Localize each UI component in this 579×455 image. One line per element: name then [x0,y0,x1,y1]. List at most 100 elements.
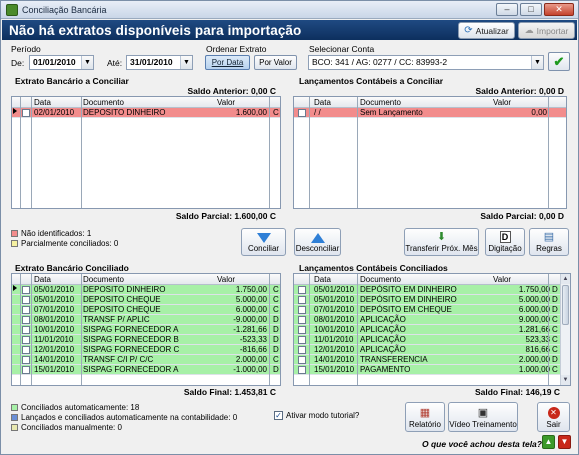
cell-dc: D [273,365,279,374]
table-row[interactable]: 10/01/2010 APLICAÇÃO 1.281,66 C [294,325,560,335]
table-row[interactable]: 07/01/2010 DEPOSITO CHEQUE 6.000,00 C [12,305,280,315]
table-row[interactable]: 05/01/2010 DEPOSITO CHEQUE 5.000,00 C [12,295,280,305]
row-checkbox[interactable] [22,306,30,314]
table-row[interactable]: 11/01/2010 APLICAÇÃO 523,33 C [294,335,560,345]
row-checkbox[interactable] [298,316,306,324]
chevron-down-icon[interactable]: ▼ [180,56,192,69]
table-row[interactable]: 11/01/2010 SISPAG FORNECEDOR B -523,33 D [12,335,280,345]
cell-data: 14/01/2010 [34,355,75,364]
cell-doc: APLICAÇÃO [360,335,406,344]
row-checkbox[interactable] [298,366,306,374]
por-valor-button[interactable]: Por Valor [254,55,297,70]
tutorial-checkbox[interactable]: ✓ [274,411,283,420]
confirm-check-button[interactable]: ✔ [548,52,570,71]
chevron-down-icon[interactable]: ▼ [531,56,543,69]
cell-dc: D [552,305,558,314]
atualizar-button[interactable]: ⟳ Atualizar [458,22,515,39]
digitacao-button[interactable]: D Digitação [485,228,525,256]
transferir-button[interactable]: ⬇ Transferir Próx. Mês [404,228,479,256]
conciliar-button[interactable]: Conciliar [241,228,286,256]
cell-doc: PAGAMENTO [360,365,411,374]
vertical-scrollbar[interactable]: ▲ ▼ [560,274,570,385]
col-valor: Valor [493,98,512,107]
arrow-up-icon [310,233,325,243]
table-row[interactable]: 02/01/2010 DEPOSITO DINHEIRO 1.600,00 C [12,108,280,118]
lanc-conciliar-grid[interactable]: Data Documento Valor / / Sem Lançamento … [293,96,567,209]
lanc-conciliados-grid[interactable]: Data Documento Valor 05/01/2010 DEPÓSITO … [293,273,571,386]
tutorial-toggle[interactable]: ✓ Ativar modo tutorial? [274,411,359,420]
table-row[interactable]: 07/01/2010 DEPÓSITO EM CHEQUE 6.000,00 D [294,305,560,315]
grid-header: Data Documento Valor [294,274,560,285]
conta-label: Selecionar Conta [309,44,375,54]
sair-button[interactable]: ✕ Sair [537,402,570,432]
table-row[interactable]: 12/01/2010 SISPAG FORNECEDOR C -816,66 D [12,345,280,355]
thumbs-up-button[interactable]: ▲ [542,435,555,449]
relatorio-button[interactable]: ▦ Relatório [405,402,445,432]
row-checkbox[interactable] [22,109,30,117]
row-checkbox[interactable] [22,336,30,344]
date-from-field[interactable]: 01/01/2010 ▼ [29,55,94,70]
table-row[interactable]: 05/01/2010 DEPÓSITO EM DINHEIRO 5.000,00 D [294,295,560,305]
desconciliar-button[interactable]: Desconciliar [294,228,341,256]
chevron-down-icon[interactable]: ▼ [81,56,93,69]
row-checkbox[interactable] [22,346,30,354]
row-checkbox[interactable] [22,296,30,304]
row-checkbox[interactable] [298,109,306,117]
cell-data: 08/01/2010 [314,315,355,324]
cell-dc: D [273,325,279,334]
table-row[interactable]: 15/01/2010 PAGAMENTO 1.000,00 C [294,365,560,375]
extrato-conciliar-grid[interactable]: Data Documento Valor 02/01/2010 DEPOSITO… [11,96,281,209]
cell-data: 05/01/2010 [314,295,355,304]
row-checkbox[interactable] [298,326,306,334]
legend-auto: Conciliados automaticamente: 18 [11,403,139,412]
cell-data: 11/01/2010 [314,335,354,344]
cell-doc: SISPAG FORNECEDOR B [83,335,179,344]
table-row[interactable]: 15/01/2010 SISPAG FORNECEDOR A -1.000,00 D [12,365,280,375]
row-checkbox[interactable] [22,316,30,324]
account-select[interactable]: BCO: 341 / AG: 0277 / CC: 83993-2 ▼ [308,55,544,70]
table-row[interactable]: 14/01/2010 TRANSFERENCIA 2.000,00 D [294,355,560,365]
conciliar-label: Conciliar [247,244,280,253]
table-row[interactable]: 08/01/2010 TRANSF P/ APLIC -9.000,00 D [12,315,280,325]
cell-valor: 1.600,00 [235,108,267,117]
importar-button[interactable]: ☁ Importar [518,22,575,39]
thumbs-down-button[interactable]: ▼ [558,435,571,449]
table-row[interactable]: 14/01/2010 TRANSF C/I P/ C/C 2.000,00 C [12,355,280,365]
row-checkbox[interactable] [22,286,30,294]
row-checkbox[interactable] [22,366,30,374]
video-treinamento-button[interactable]: ▣ Vídeo Treinamento [448,402,518,432]
table-row[interactable]: 08/01/2010 APLICAÇÃO 9.000,00 C [294,315,560,325]
banner-heading: Não há extratos disponíveis para importa… [9,22,302,38]
regras-button[interactable]: ▤ Regras [529,228,569,256]
row-checkbox[interactable] [22,326,30,334]
row-checkbox[interactable] [298,346,306,354]
row-checkbox[interactable] [298,356,306,364]
maximize-button[interactable]: □ [520,3,542,16]
row-checkbox[interactable] [298,296,306,304]
row-checkbox[interactable] [298,306,306,314]
cell-valor: 0,00 [531,108,547,117]
row-checkbox[interactable] [22,356,30,364]
extrato-conciliado-grid[interactable]: Data Documento Valor 05/01/2010 DEPOSITO … [11,273,281,386]
table-row[interactable]: 12/01/2010 APLICAÇÃO 816,66 C [294,345,560,355]
cell-doc: SISPAG FORNECEDOR C [83,345,180,354]
cell-valor: 523,33 [525,335,550,344]
cell-valor: 1.750,00 [518,285,550,294]
table-row[interactable]: 05/01/2010 DEPOSITO DINHEIRO 1.750,00 C [12,285,280,295]
scroll-up-icon[interactable]: ▲ [561,274,570,284]
desconciliar-label: Desconciliar [295,244,340,253]
close-window-button[interactable]: ✕ [544,3,574,16]
minimize-button[interactable]: – [496,3,518,16]
row-checkbox[interactable] [298,286,306,294]
row-checkbox[interactable] [298,336,306,344]
date-to-field[interactable]: 31/01/2010 ▼ [126,55,193,70]
scroll-down-icon[interactable]: ▼ [561,375,570,385]
table-row[interactable]: 10/01/2010 SISPAG FORNECEDOR A -1.281,66 D [12,325,280,335]
yellow-swatch [11,424,18,431]
scroll-thumb[interactable] [562,285,569,325]
table-row[interactable]: / / Sem Lançamento 0,00 [294,108,566,118]
col-data: Data [314,275,331,284]
col-valor: Valor [493,275,512,284]
table-row[interactable]: 05/01/2010 DEPÓSITO EM DINHEIRO 1.750,00 D [294,285,560,295]
por-data-button[interactable]: Por Data [205,55,250,70]
